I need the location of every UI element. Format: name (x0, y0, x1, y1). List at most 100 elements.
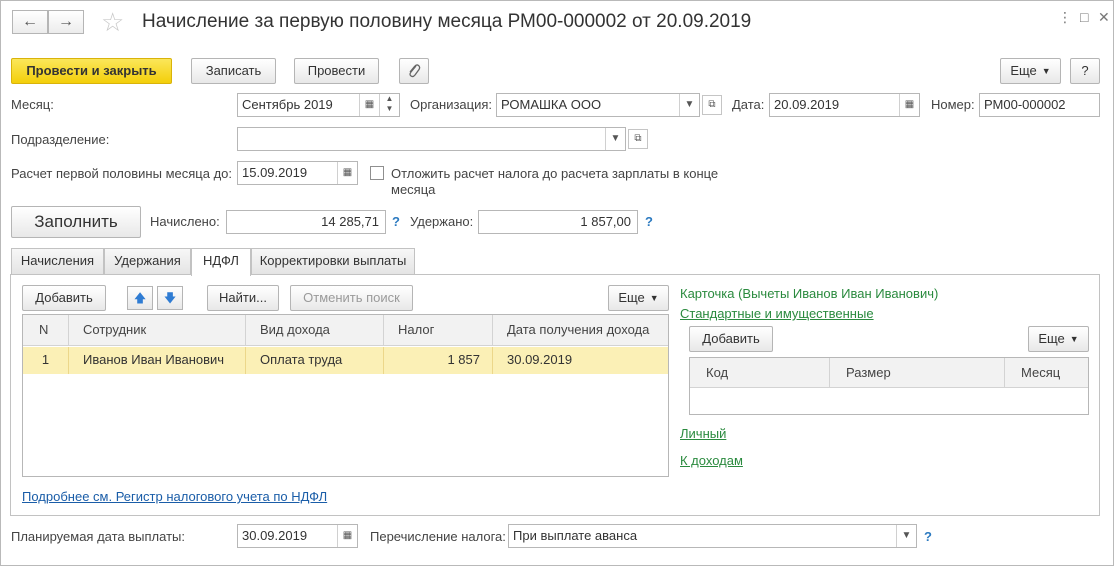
cancel-search-button[interactable]: Отменить поиск (290, 285, 413, 311)
favorite-star-icon[interactable]: ☆ (101, 7, 124, 37)
page-title: Начисление за первую половину месяца РМ0… (142, 11, 752, 32)
column-header-income-type[interactable]: Вид дохода (246, 315, 384, 346)
tab-accruals[interactable]: Начисления (11, 248, 104, 274)
month-label: Месяц: (11, 97, 54, 112)
arrow-down-icon: 🡇 (163, 291, 177, 305)
save-button[interactable]: Записать (191, 58, 276, 84)
calc-until-field[interactable]: 15.09.2019 ▦ (237, 161, 358, 185)
caret-down-icon: ▼ (649, 293, 659, 303)
tax-transfer-value: При выплате аванса (513, 528, 638, 543)
number-label: Номер: (931, 97, 975, 112)
document-window: ← → ☆ Начисление за первую половину меся… (0, 0, 1114, 566)
caret-down-icon: ▼ (1069, 334, 1079, 344)
column-header-amount[interactable]: Размер (830, 358, 1005, 388)
to-income-link[interactable]: К доходам (680, 453, 743, 468)
standard-deductions-link[interactable]: Стандартные и имущественные (680, 306, 874, 321)
table-row-income-type[interactable]: Оплата труда (246, 347, 384, 374)
tab-deductions[interactable]: Удержания (104, 248, 191, 274)
fill-button[interactable]: Заполнить (11, 206, 141, 238)
arrow-left-icon: ← (22, 13, 38, 30)
calendar-icon[interactable]: ▦ (899, 94, 919, 116)
tab-ndfl[interactable]: НДФЛ (191, 248, 251, 276)
month-field[interactable]: Сентябрь 2019 ▦ ▲ ▼ (237, 93, 400, 117)
arrow-up-icon: 🡅 (133, 291, 147, 305)
card-add-button[interactable]: Добавить (689, 326, 773, 352)
accrued-field: 14 285,71 (226, 210, 386, 234)
withheld-field: 1 857,00 (478, 210, 638, 234)
tab-payment-corrections[interactable]: Корректировки выплаты (251, 248, 415, 274)
table-row-n[interactable]: 1 (23, 347, 69, 374)
close-icon[interactable]: ✕ (1098, 9, 1110, 26)
defer-tax-label-line2: месяца (391, 182, 436, 197)
ndfl-more-button[interactable]: Еще ▼ (608, 285, 669, 311)
calc-until-value: 15.09.2019 (242, 165, 308, 180)
open-department-icon[interactable]: ⧉ (628, 129, 648, 149)
column-header-code[interactable]: Код (690, 358, 830, 388)
org-value: РОМАШКА ООО (501, 97, 602, 112)
ndfl-register-link[interactable]: Подробнее см. Регистр налогового учета п… (22, 489, 327, 504)
pay-date-label: Планируемая дата выплаты: (11, 529, 185, 544)
calc-until-label: Расчет первой половины месяца до: (11, 166, 232, 181)
tax-transfer-field[interactable]: При выплате аванса ▼ (508, 524, 917, 548)
personal-deductions-link[interactable]: Личный (680, 426, 726, 441)
post-and-close-button[interactable]: Провести и закрыть (11, 58, 172, 84)
help-button[interactable]: ? (1070, 58, 1100, 84)
card-title: Карточка (Вычеты Иванов Иван Иванович) (680, 286, 939, 301)
more-button[interactable]: Еще ▼ (1000, 58, 1061, 84)
forward-button[interactable]: → (48, 10, 84, 34)
ndfl-more-label: Еще (618, 290, 645, 305)
withheld-label: Удержано: (410, 214, 474, 229)
move-down-button[interactable]: 🡇 (157, 286, 183, 310)
withheld-help-icon[interactable]: ? (645, 214, 653, 229)
table-row-income-date[interactable]: 30.09.2019 (493, 347, 668, 374)
column-header-income-date[interactable]: Дата получения дохода (493, 315, 668, 346)
tax-transfer-label: Перечисление налога: (370, 529, 506, 544)
column-header-employee[interactable]: Сотрудник (69, 315, 246, 346)
org-label: Организация: (410, 97, 493, 112)
month-value: Сентябрь 2019 (242, 97, 333, 112)
add-row-button[interactable]: Добавить (22, 285, 106, 311)
attach-button[interactable] (399, 58, 429, 84)
maximize-icon[interactable]: □ (1080, 9, 1088, 25)
pay-date-field[interactable]: 30.09.2019 ▦ (237, 524, 358, 548)
paperclip-icon (409, 64, 421, 78)
tax-transfer-help-icon[interactable]: ? (924, 529, 932, 544)
card-more-button[interactable]: Еще ▼ (1028, 326, 1089, 352)
back-button[interactable]: ← (12, 10, 48, 34)
department-field[interactable]: ▼ (237, 127, 626, 151)
post-button[interactable]: Провести (294, 58, 379, 84)
more-dots-icon[interactable]: ⋮ (1058, 9, 1072, 26)
calendar-icon[interactable]: ▦ (359, 94, 379, 116)
dropdown-icon[interactable]: ▼ (605, 128, 625, 150)
move-up-button[interactable]: 🡅 (127, 286, 153, 310)
calendar-icon[interactable]: ▦ (337, 525, 357, 547)
accrued-label: Начислено: (150, 214, 220, 229)
organization-field[interactable]: РОМАШКА ООО ▼ (496, 93, 700, 117)
column-header-n[interactable]: N (23, 315, 69, 346)
date-value: 20.09.2019 (774, 97, 840, 112)
column-header-month[interactable]: Месяц (1005, 358, 1088, 388)
caret-down-icon: ▼ (1041, 66, 1051, 76)
date-label: Дата: (732, 97, 765, 112)
table-row-employee[interactable]: Иванов Иван Иванович (69, 347, 246, 374)
open-org-icon[interactable]: ⧉ (702, 95, 722, 115)
dropdown-icon[interactable]: ▼ (679, 94, 699, 116)
arrow-right-icon: → (58, 13, 74, 30)
defer-tax-label-line1: Отложить расчет налога до расчета зарпла… (391, 166, 719, 181)
find-button[interactable]: Найти... (207, 285, 279, 311)
table-row-tax[interactable]: 1 857 (384, 347, 493, 374)
department-label: Подразделение: (11, 132, 110, 147)
pay-date-value: 30.09.2019 (242, 528, 308, 543)
column-header-tax[interactable]: Налог (384, 315, 493, 346)
ndfl-table[interactable]: N Сотрудник Вид дохода Налог Дата получе… (22, 314, 669, 477)
number-field[interactable]: РМ00-000002 (979, 93, 1100, 117)
deductions-table[interactable]: Код Размер Месяц (689, 357, 1089, 415)
defer-tax-checkbox[interactable] (370, 166, 384, 180)
accrued-help-icon[interactable]: ? (392, 214, 400, 229)
date-field[interactable]: 20.09.2019 ▦ (769, 93, 920, 117)
calendar-icon[interactable]: ▦ (337, 162, 357, 184)
more-label: Еще (1010, 63, 1037, 78)
card-more-label: Еще (1038, 331, 1065, 346)
spin-updown-icon[interactable]: ▲ ▼ (379, 94, 399, 116)
dropdown-icon[interactable]: ▼ (896, 525, 916, 547)
